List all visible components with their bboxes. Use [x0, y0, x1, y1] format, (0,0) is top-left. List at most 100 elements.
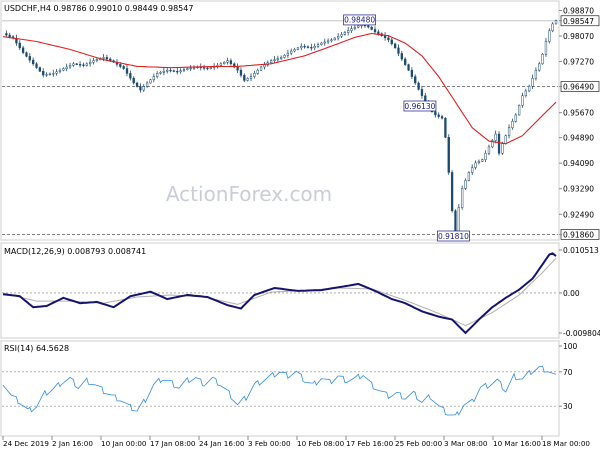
candle-body [239, 69, 243, 76]
x-tick-label: 25 Feb 00:00 [395, 439, 443, 448]
candle-body [320, 42, 323, 45]
candle-body [156, 73, 159, 77]
candle-body [300, 46, 303, 49]
candle-body [276, 58, 279, 60]
candle-body [350, 28, 353, 31]
candle-body [447, 137, 450, 173]
candle-body [229, 60, 233, 65]
candle-body [18, 42, 21, 49]
price-tick-label: 0.91860 [563, 230, 594, 239]
candle-body [263, 64, 266, 68]
candle-body [357, 25, 360, 28]
candle-body [253, 73, 256, 77]
candle-body [58, 69, 62, 73]
candle-body [531, 77, 534, 87]
watermark: ActionForex.com [166, 182, 332, 206]
candle-body [132, 77, 135, 84]
candle-body [88, 61, 92, 65]
chart-root: 0.98870 0.98547 0.98070 0.97270 0.96490 0.956… [0, 0, 600, 448]
rsi-tick-label: 100 [563, 342, 578, 351]
candle-body [417, 82, 420, 90]
candle-body [461, 188, 464, 208]
candle-body [68, 65, 72, 68]
candle-body [464, 180, 467, 189]
candle-body [373, 29, 377, 33]
rsi-panel-title: RSI(14) 64.5628 [4, 344, 69, 353]
price-tick-label: 0.97270 [563, 58, 594, 67]
candle-body [534, 69, 538, 79]
candle-body [65, 66, 68, 69]
candle-body [202, 67, 206, 69]
candle-body [457, 207, 460, 234]
candle-body [514, 114, 517, 122]
candle-body [367, 25, 370, 28]
candle-body [21, 47, 25, 53]
candle-body [310, 47, 313, 49]
candle-body [42, 71, 45, 76]
x-tick-label: 10 Feb 08:00 [297, 439, 345, 448]
candle-body [139, 86, 142, 91]
candle-body [437, 114, 440, 117]
candle-body [119, 64, 122, 67]
candle-body [149, 79, 152, 84]
candle-body [142, 86, 145, 91]
candle-body [293, 49, 296, 52]
x-tick-label: 2 Jan 16:00 [52, 439, 93, 448]
candle-body [497, 133, 501, 154]
candle-body [477, 161, 481, 164]
candle-body [343, 32, 347, 35]
candle-body [8, 34, 11, 37]
candle-body [283, 55, 286, 58]
candle-body [474, 162, 477, 168]
price-tick-label: 0.96490 [563, 83, 594, 92]
candle-body [306, 46, 310, 48]
candle-body [95, 59, 98, 61]
candle-body [333, 37, 336, 41]
candle-body [236, 66, 239, 71]
candle-body [226, 60, 229, 63]
candle-body [256, 69, 259, 74]
macd-tick-label: -0.009804 [563, 329, 600, 338]
candle-body [487, 146, 491, 154]
candle-body [135, 82, 139, 87]
candle-body [159, 72, 162, 74]
candle-body [544, 41, 548, 55]
price-tick-label: 0.98070 [563, 32, 594, 41]
candle-body [407, 64, 410, 71]
price-tick-label: 0.94090 [563, 159, 594, 168]
candle-body [152, 76, 155, 81]
candle-body [330, 39, 333, 42]
macd-panel-title: MACD(12,26,9) 0.008793 0.008741 [4, 247, 146, 256]
price-annotation-label: 0.96130 [404, 102, 435, 111]
price-tick-label: 0.93290 [563, 185, 594, 194]
candle-body [420, 89, 424, 97]
candle-body [387, 37, 390, 41]
candle-body [55, 71, 58, 74]
candle-body [169, 69, 172, 72]
candle-body [538, 63, 541, 71]
candle-body [400, 53, 403, 60]
candle-body [347, 30, 350, 33]
candle-body [528, 85, 531, 92]
x-tick-label: 10 Jan 00:00 [101, 439, 147, 448]
candle-body [172, 70, 176, 72]
candle-body [85, 63, 88, 66]
price-annotation-label: 0.98480 [344, 16, 375, 25]
candle-body [286, 52, 290, 56]
candle-body [340, 34, 343, 37]
candle-body [246, 78, 249, 81]
candle-body [467, 172, 471, 181]
candle-body [72, 63, 75, 66]
x-tick-label: 3 Feb 00:00 [248, 439, 291, 448]
candle-body [105, 57, 109, 60]
candle-body [511, 121, 514, 128]
candle-body [484, 153, 487, 160]
price-tick-label: 0.98870 [563, 6, 594, 15]
candle-body [501, 143, 504, 154]
candle-body [414, 76, 417, 84]
candle-body [78, 64, 82, 66]
candle-body [393, 43, 397, 49]
candle-body [269, 60, 273, 64]
candle-body [102, 57, 105, 59]
candle-body [176, 71, 179, 73]
